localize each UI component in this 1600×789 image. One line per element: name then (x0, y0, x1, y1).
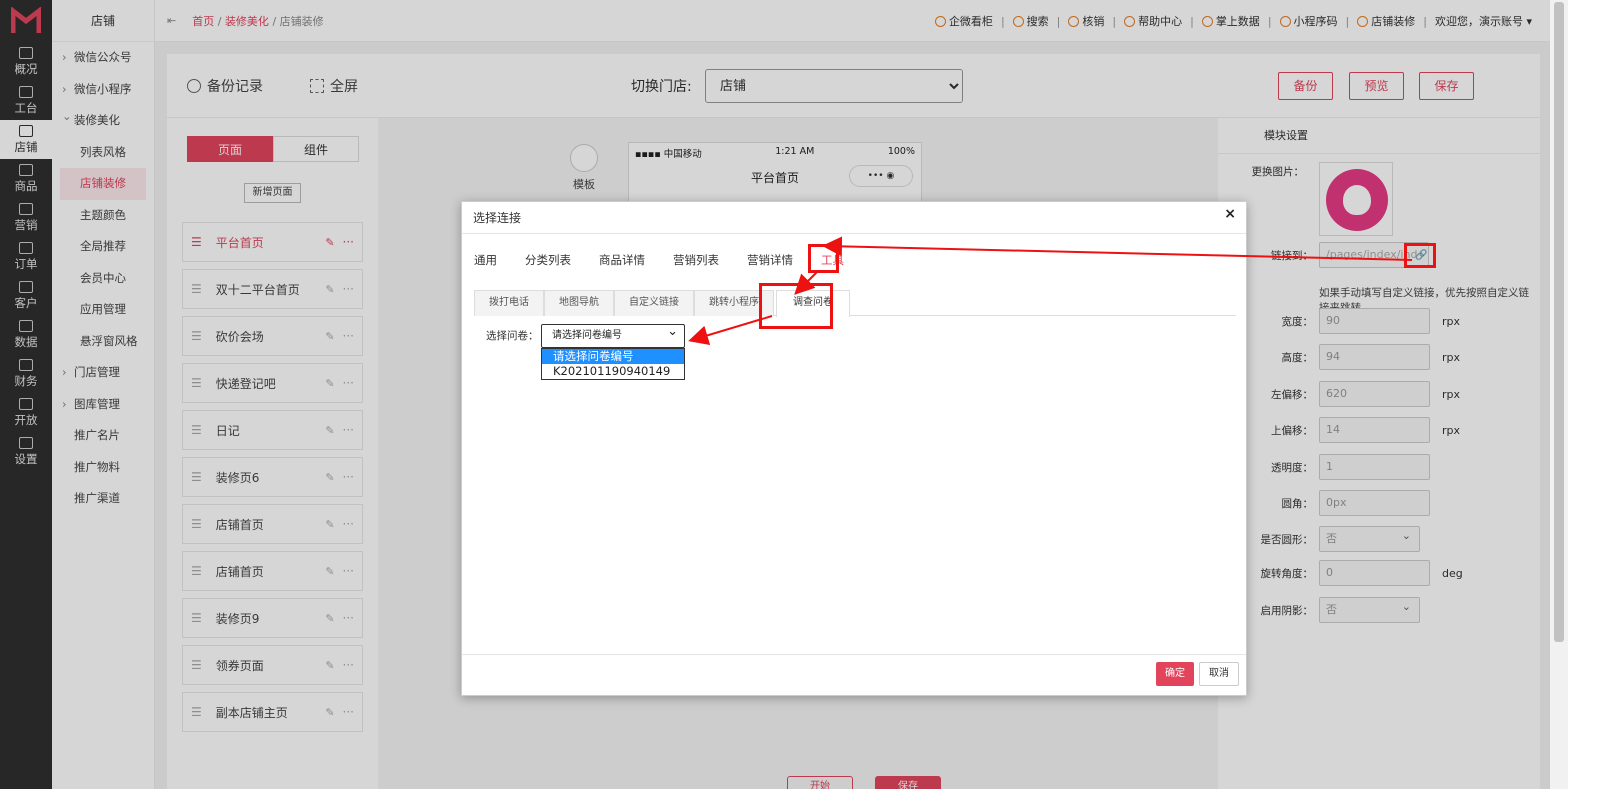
scrollbar-thumb[interactable] (1554, 2, 1564, 642)
page-scrollbar[interactable] (1550, 0, 1568, 789)
tool-subtab-1[interactable]: 地图导航 (544, 290, 614, 316)
link-tab-1[interactable]: 分类列表 (525, 252, 571, 268)
questionnaire-label: 选择问卷： (486, 330, 539, 342)
dialog-footer-divider (462, 654, 1246, 655)
questionnaire-option[interactable]: 请选择问卷编号 (542, 349, 684, 364)
questionnaire-option[interactable]: K202101190940149 (542, 364, 684, 379)
tool-subtab-0[interactable]: 拨打电话 (474, 290, 544, 316)
dialog-title: 选择连接 (462, 202, 1246, 234)
confirm-button[interactable]: 确定 (1156, 662, 1194, 686)
link-tab-0[interactable]: 通用 (474, 252, 497, 268)
link-tab-4[interactable]: 营销详情 (747, 252, 793, 268)
tool-subtabs: 拨打电话 地图导航 自定义链接 跳转小程序 调查问卷 (474, 290, 1236, 317)
page-edge (1568, 0, 1600, 789)
select-link-dialog: 选择连接 × 通用 分类列表 商品详情 营销列表 营销详情 工具 拨打电话 地图导航 自定义链… (461, 201, 1247, 696)
close-icon[interactable]: × (1224, 206, 1236, 222)
questionnaire-select[interactable]: 请选择问卷编号 (541, 321, 685, 348)
link-tab-3[interactable]: 营销列表 (673, 252, 719, 268)
annotation-box-tools-tab (808, 244, 839, 273)
tool-subtab-2[interactable]: 自定义链接 (614, 290, 694, 316)
link-tab-2[interactable]: 商品详情 (599, 252, 645, 268)
cancel-button[interactable]: 取消 (1199, 662, 1239, 686)
questionnaire-options: 请选择问卷编号 K202101190940149 (541, 348, 685, 380)
annotation-box-survey-tab (759, 283, 833, 329)
annotation-box-link-icon (1404, 243, 1436, 268)
